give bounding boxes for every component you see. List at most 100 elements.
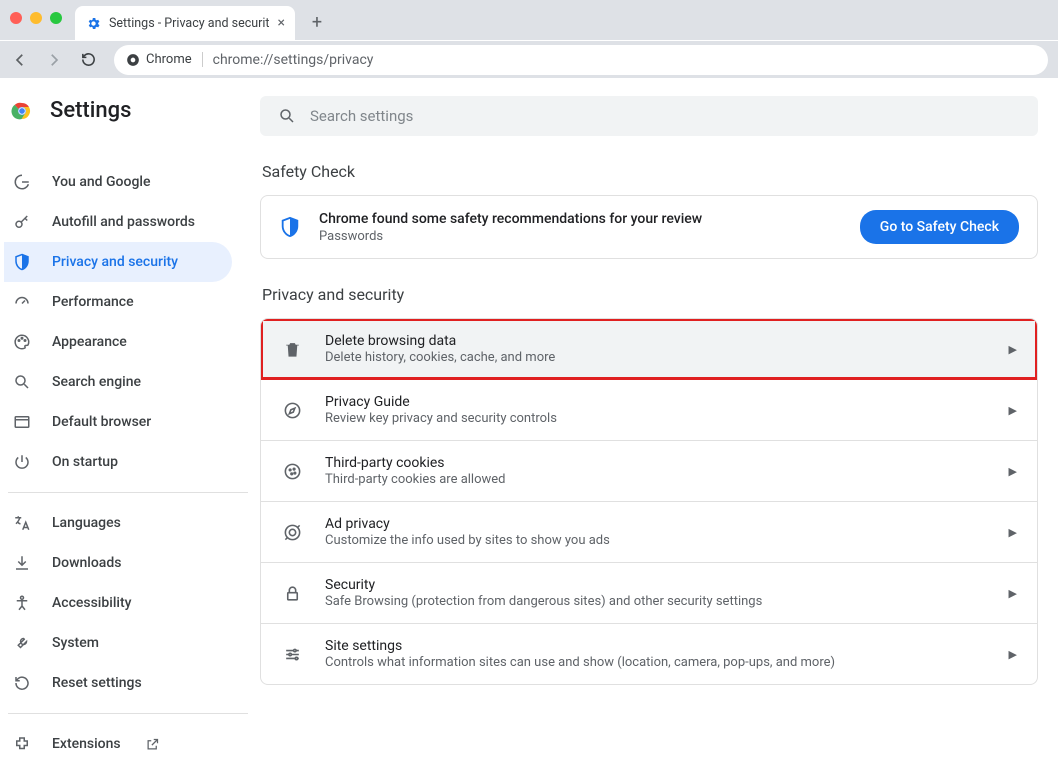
- settings-search[interactable]: [260, 96, 1038, 136]
- row-ad-privacy[interactable]: Ad privacy Customize the info used by si…: [261, 501, 1037, 562]
- sidebar-item-autofill[interactable]: Autofill and passwords: [4, 202, 232, 242]
- section-heading-safety: Safety Check: [262, 162, 1038, 181]
- sidebar-item-on-startup[interactable]: On startup: [4, 442, 232, 482]
- search-icon: [12, 373, 32, 391]
- row-title: Security: [325, 577, 762, 593]
- tab-strip: Settings - Privacy and securit × +: [0, 0, 1058, 40]
- lock-icon: [281, 584, 303, 603]
- sidebar-item-search-engine[interactable]: Search engine: [4, 362, 232, 402]
- safety-check-card: Chrome found some safety recommendations…: [260, 195, 1038, 259]
- chevron-right-icon: ▶: [1009, 404, 1017, 417]
- sidebar-item-label: Performance: [52, 294, 134, 310]
- gear-icon: [85, 15, 101, 31]
- section-heading-privacy: Privacy and security: [262, 285, 1038, 304]
- sidebar-item-label: You and Google: [52, 174, 150, 190]
- cookie-icon: [281, 462, 303, 481]
- row-title: Delete browsing data: [325, 333, 555, 349]
- sidebar-item-label: System: [52, 635, 99, 651]
- row-title: Privacy Guide: [325, 394, 557, 410]
- chevron-right-icon: ▶: [1009, 587, 1017, 600]
- window-minimize[interactable]: [30, 12, 42, 24]
- sliders-icon: [281, 645, 303, 664]
- speedometer-icon: [12, 293, 32, 311]
- chrome-logo-icon: [10, 99, 34, 123]
- sidebar-item-appearance[interactable]: Appearance: [4, 322, 232, 362]
- sidebar-item-label: Reset settings: [52, 675, 142, 691]
- trash-icon: [281, 340, 303, 359]
- site-chip[interactable]: Chrome: [126, 52, 203, 67]
- shield-icon: [12, 253, 32, 271]
- row-title: Site settings: [325, 638, 835, 654]
- window-controls: [10, 12, 62, 24]
- sidebar-item-performance[interactable]: Performance: [4, 282, 232, 322]
- power-icon: [12, 453, 32, 471]
- reset-icon: [12, 674, 32, 692]
- go-to-safety-check-button[interactable]: Go to Safety Check: [860, 210, 1019, 244]
- row-sub: Third-party cookies are allowed: [325, 472, 506, 487]
- sidebar-item-label: Accessibility: [52, 595, 131, 611]
- chevron-right-icon: ▶: [1009, 465, 1017, 478]
- browser-tab-settings[interactable]: Settings - Privacy and securit ×: [75, 6, 295, 40]
- window-close[interactable]: [10, 12, 22, 24]
- external-link-icon: [145, 737, 160, 752]
- browser-toolbar: Chrome chrome://settings/privacy: [0, 40, 1058, 78]
- accessibility-icon: [12, 594, 32, 612]
- row-site-settings[interactable]: Site settings Controls what information …: [261, 623, 1037, 684]
- url-text: chrome://settings/privacy: [213, 52, 374, 68]
- page-title: Settings: [50, 98, 131, 123]
- ad-icon: [281, 523, 303, 542]
- sidebar-item-downloads[interactable]: Downloads: [4, 543, 232, 583]
- chrome-icon: [126, 53, 140, 67]
- browser-icon: [12, 413, 32, 431]
- row-sub: Delete history, cookies, cache, and more: [325, 350, 555, 365]
- compass-icon: [281, 401, 303, 420]
- sidebar-item-system[interactable]: System: [4, 623, 232, 663]
- row-sub: Customize the info used by sites to show…: [325, 533, 610, 548]
- search-icon: [278, 107, 296, 125]
- address-bar[interactable]: Chrome chrome://settings/privacy: [114, 45, 1048, 75]
- sidebar-item-extensions[interactable]: Extensions: [4, 724, 232, 764]
- window-maximize[interactable]: [50, 12, 62, 24]
- key-icon: [12, 213, 32, 231]
- row-sub: Controls what information sites can use …: [325, 655, 835, 670]
- sidebar-item-default-browser[interactable]: Default browser: [4, 402, 232, 442]
- extension-icon: [12, 735, 32, 753]
- sidebar-item-accessibility[interactable]: Accessibility: [4, 583, 232, 623]
- palette-icon: [12, 333, 32, 351]
- privacy-settings-card: Delete browsing data Delete history, coo…: [260, 318, 1038, 685]
- chevron-right-icon: ▶: [1009, 526, 1017, 539]
- sidebar-item-label: Languages: [52, 515, 121, 531]
- sidebar-item-you-and-google[interactable]: You and Google: [4, 162, 232, 202]
- row-third-party-cookies[interactable]: Third-party cookies Third-party cookies …: [261, 440, 1037, 501]
- google-g-icon: [12, 173, 32, 191]
- row-title: Ad privacy: [325, 516, 610, 532]
- row-privacy-guide[interactable]: Privacy Guide Review key privacy and sec…: [261, 379, 1037, 440]
- sidebar-item-label: Extensions: [52, 736, 121, 752]
- row-delete-browsing-data[interactable]: Delete browsing data Delete history, coo…: [261, 319, 1037, 379]
- sidebar-item-privacy[interactable]: Privacy and security: [4, 242, 232, 282]
- download-icon: [12, 554, 32, 572]
- sidebar-item-label: Autofill and passwords: [52, 214, 195, 230]
- new-tab-button[interactable]: +: [303, 8, 331, 36]
- sidebar-item-languages[interactable]: Languages: [4, 503, 232, 543]
- row-title: Third-party cookies: [325, 455, 506, 471]
- chevron-right-icon: ▶: [1009, 648, 1017, 661]
- search-input[interactable]: [310, 107, 1020, 125]
- reload-button[interactable]: [78, 50, 98, 70]
- row-security[interactable]: Security Safe Browsing (protection from …: [261, 562, 1037, 623]
- sidebar-item-label: On startup: [52, 454, 118, 470]
- sidebar-item-reset[interactable]: Reset settings: [4, 663, 232, 703]
- back-button[interactable]: [10, 50, 30, 70]
- sidebar-item-label: Appearance: [52, 334, 127, 350]
- tab-title: Settings - Privacy and securit: [109, 16, 270, 31]
- sidebar-item-label: Default browser: [52, 414, 151, 430]
- row-sub: Safe Browsing (protection from dangerous…: [325, 594, 762, 609]
- sidebar-item-label: Privacy and security: [52, 254, 178, 270]
- safety-sub: Passwords: [319, 229, 702, 244]
- forward-button[interactable]: [44, 50, 64, 70]
- sidebar: You and Google Autofill and passwords Pr…: [0, 78, 260, 734]
- close-icon[interactable]: ×: [278, 15, 285, 31]
- chevron-right-icon: ▶: [1009, 343, 1017, 356]
- settings-header: Settings: [10, 98, 131, 123]
- translate-icon: [12, 514, 32, 532]
